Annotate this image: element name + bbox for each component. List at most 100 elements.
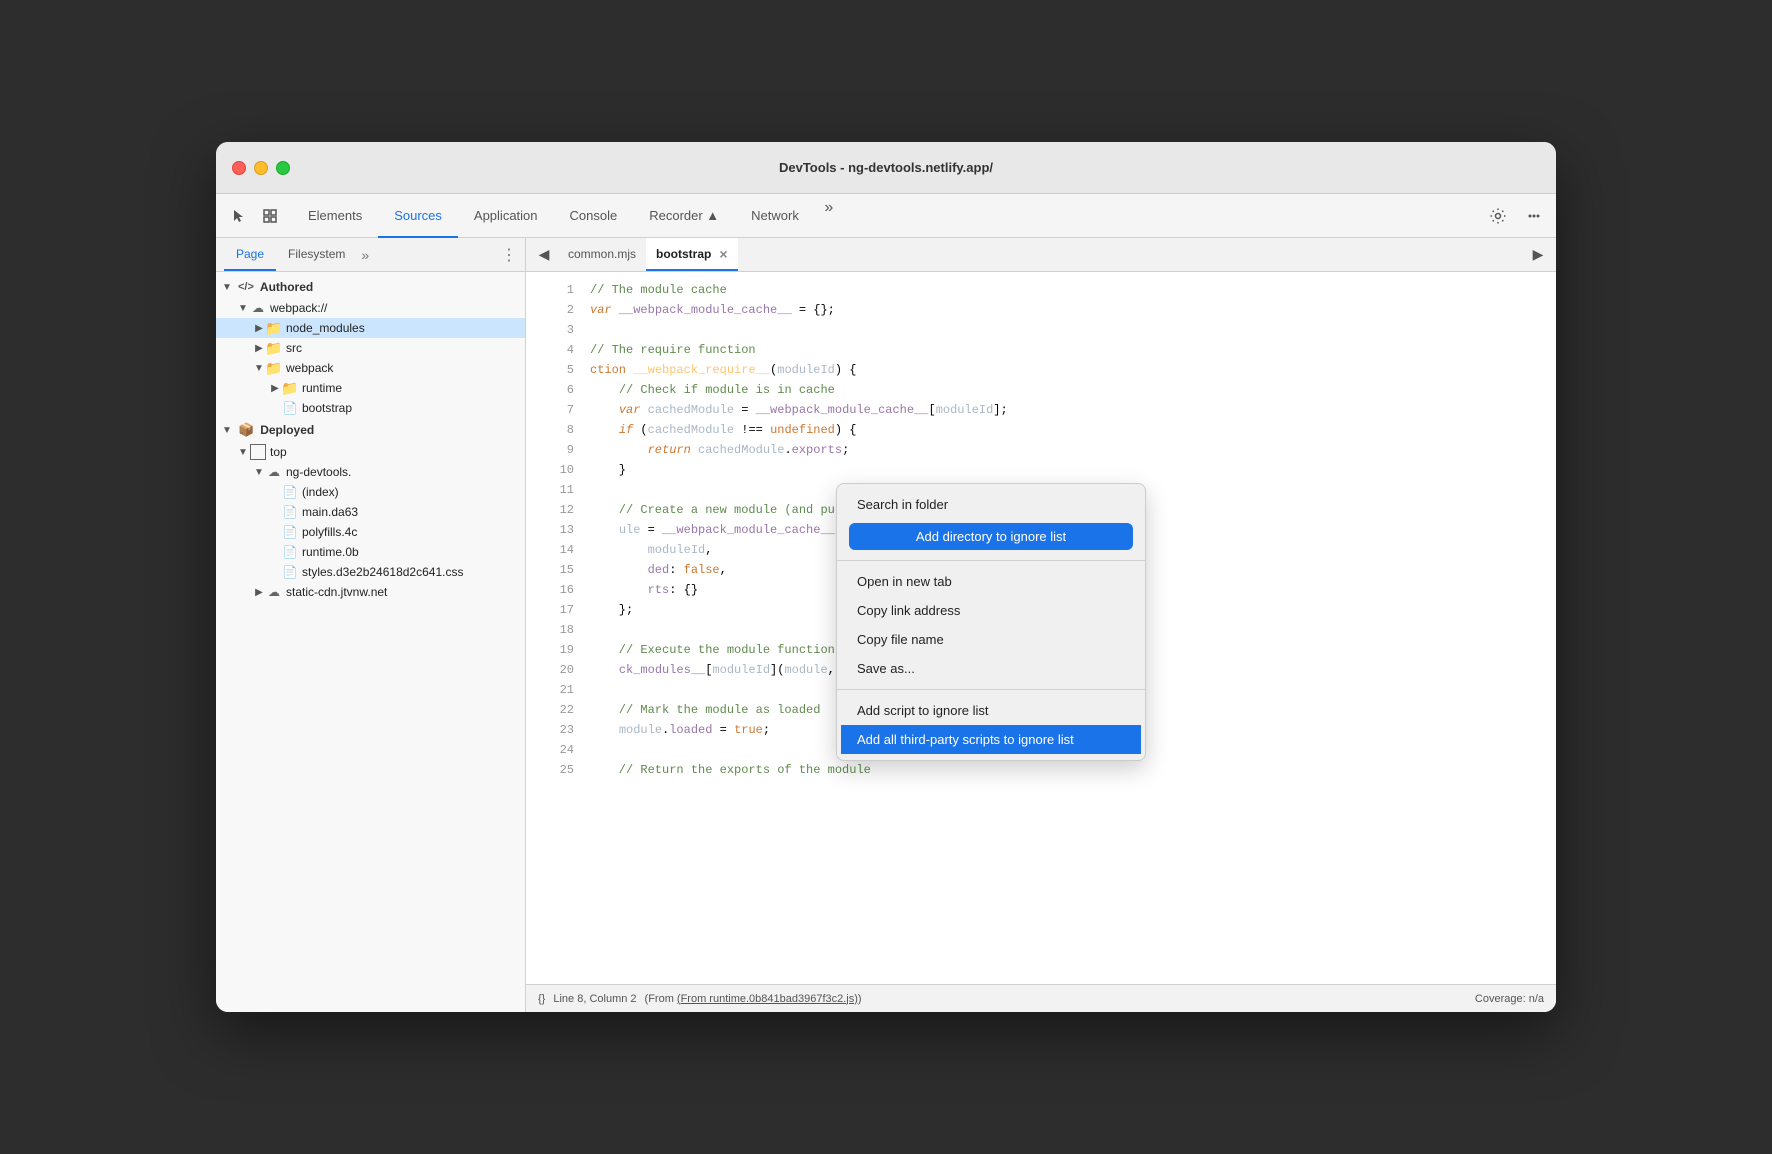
styles-label: styles.d3e2b24618d2c641.css [302, 565, 463, 579]
item-runtime[interactable]: ▶ 📁 runtime [216, 378, 525, 398]
runtime-dep-file-icon: 📄 [282, 544, 298, 560]
tab-close-icon[interactable]: × [719, 246, 727, 262]
devtools-window: DevTools - ng-devtools.netlify.app/ Elem… [216, 142, 1556, 1012]
code-line-10: 10 } [526, 460, 1556, 480]
folder-icon: 📁 [266, 320, 282, 336]
code-line-3: 3 [526, 320, 1556, 340]
item-webpack-folder[interactable]: ▼ 📁 webpack [216, 358, 525, 378]
item-top[interactable]: ▼ top [216, 442, 525, 462]
ng-devtools-label: ng-devtools. [286, 465, 351, 479]
deployed-label: Deployed [260, 423, 314, 437]
webpack-folder-label: webpack [286, 361, 333, 375]
item-static-cdn[interactable]: ▶ ☁ static-cdn.jtvnw.net [216, 582, 525, 602]
statusbar-left: {} Line 8, Column 2 (From (From runtime.… [538, 993, 862, 1005]
bootstrap-file-icon: 📄 [282, 400, 298, 416]
index-file-icon: 📄 [282, 484, 298, 500]
editor-statusbar: {} Line 8, Column 2 (From (From runtime.… [526, 984, 1556, 1012]
item-polyfills[interactable]: ▶ 📄 polyfills.4c [216, 522, 525, 542]
tab-console[interactable]: Console [554, 195, 634, 238]
deployed-arrow: ▼ [220, 425, 234, 436]
collapse-editor-btn[interactable]: ▶ [1524, 241, 1552, 269]
item-src[interactable]: ▶ 📁 src [216, 338, 525, 358]
left-panel: Page Filesystem » ⋮ ▼ </> Authored [216, 238, 526, 1012]
cursor-icon[interactable] [224, 202, 252, 230]
section-deployed[interactable]: ▼ 📦 Deployed [216, 418, 525, 442]
tab-recorder[interactable]: Recorder ▲ [633, 195, 735, 238]
src-label: src [286, 341, 302, 355]
code-line-8: 8 if (cachedModule !== undefined) { [526, 420, 1556, 440]
webpack-label: webpack:// [270, 301, 327, 315]
ctx-copy-filename[interactable]: Copy file name [841, 625, 1141, 654]
titlebar: DevTools - ng-devtools.netlify.app/ [216, 142, 1556, 194]
close-button[interactable] [232, 161, 246, 175]
node-modules-label: node_modules [286, 321, 365, 335]
ctx-add-directory-btn[interactable]: Add directory to ignore list [849, 523, 1133, 550]
src-arrow: ▶ [252, 343, 266, 354]
item-ng-devtools[interactable]: ▼ ☁ ng-devtools. [216, 462, 525, 482]
ctx-copy-link[interactable]: Copy link address [841, 596, 1141, 625]
tab-sources[interactable]: Sources [378, 195, 458, 238]
item-index[interactable]: ▶ 📄 (index) [216, 482, 525, 502]
ctx-search-folder[interactable]: Search in folder [841, 490, 1141, 519]
tab-elements[interactable]: Elements [292, 195, 378, 238]
webpack-arrow: ▼ [236, 303, 250, 314]
runtime-deployed-label: runtime.0b [302, 545, 359, 559]
item-bootstrap[interactable]: ▶ 📄 bootstrap [216, 398, 525, 418]
ng-devtools-cloud-icon: ☁ [266, 464, 282, 480]
cursor-position: Line 8, Column 2 [553, 993, 636, 1005]
top-label: top [270, 445, 287, 459]
main-file-icon: 📄 [282, 504, 298, 520]
tab-application[interactable]: Application [458, 195, 554, 238]
editor-tab-common[interactable]: common.mjs [558, 238, 646, 271]
item-main[interactable]: ▶ 📄 main.da63 [216, 502, 525, 522]
polyfills-file-icon: 📄 [282, 524, 298, 540]
main-content: Page Filesystem » ⋮ ▼ </> Authored [216, 238, 1556, 1012]
minimize-button[interactable] [254, 161, 268, 175]
traffic-lights [232, 161, 290, 175]
editor-tab-bootstrap[interactable]: bootstrap × [646, 238, 738, 271]
bootstrap-label: bootstrap [302, 401, 352, 415]
index-label: (index) [302, 485, 339, 499]
ctx-add-script[interactable]: Add script to ignore list [841, 696, 1141, 725]
cloud-icon: ☁ [250, 300, 266, 316]
tab-filesystem[interactable]: Filesystem [276, 238, 357, 271]
editor-tab-right: ▶ [1524, 241, 1552, 269]
src-folder-icon: 📁 [266, 340, 282, 356]
maximize-button[interactable] [276, 161, 290, 175]
static-cdn-label: static-cdn.jtvnw.net [286, 585, 387, 599]
source-label: (From (From runtime.0b841bad3967f3c2.js)… [645, 993, 862, 1005]
section-authored[interactable]: ▼ </> Authored [216, 276, 525, 298]
item-styles[interactable]: ▶ 📄 styles.d3e2b24618d2c641.css [216, 562, 525, 582]
ng-devtools-arrow: ▼ [252, 467, 266, 478]
ctx-save-as[interactable]: Save as... [841, 654, 1141, 683]
coverage-label: Coverage: n/a [1475, 993, 1544, 1005]
code-line-2: 2 var __webpack_module_cache__ = {}; [526, 300, 1556, 320]
item-webpack[interactable]: ▼ ☁ webpack:// [216, 298, 525, 318]
static-cdn-cloud-icon: ☁ [266, 584, 282, 600]
code-line-5: 5 ction __webpack_require__(moduleId) { [526, 360, 1556, 380]
panel-kebab-menu[interactable]: ⋮ [501, 245, 517, 265]
tab-page[interactable]: Page [224, 238, 276, 271]
source-link[interactable]: (From runtime.0b841bad3967f3c2.js) [677, 993, 858, 1005]
settings-icon[interactable] [1484, 202, 1512, 230]
item-runtime-deployed[interactable]: ▶ 📄 runtime.0b [216, 542, 525, 562]
runtime-arrow: ▶ [268, 383, 282, 394]
ctx-add-all-third-party[interactable]: Add all third-party scripts to ignore li… [841, 725, 1141, 754]
ctx-open-new-tab[interactable]: Open in new tab [841, 567, 1141, 596]
item-node-modules[interactable]: ▶ 📁 node_modules [216, 318, 525, 338]
tab-network[interactable]: Network [735, 195, 815, 238]
window-title: DevTools - ng-devtools.netlify.app/ [779, 160, 993, 175]
polyfills-label: polyfills.4c [302, 525, 357, 539]
top-arrow: ▼ [236, 447, 250, 458]
webpack-folder-arrow: ▼ [252, 363, 266, 374]
more-panel-tabs-icon[interactable]: » [361, 247, 369, 263]
format-icon[interactable]: {} [538, 993, 545, 1005]
inspect-icon[interactable] [256, 202, 284, 230]
more-tabs-icon[interactable]: » [815, 194, 843, 222]
authored-arrow: ▼ [220, 282, 234, 293]
editor-tabs: ◀ common.mjs bootstrap × ▶ [526, 238, 1556, 272]
main-tabbar: Elements Sources Application Console Rec… [216, 194, 1556, 238]
right-container: ◀ common.mjs bootstrap × ▶ 1 [526, 238, 1556, 1012]
customize-icon[interactable] [1520, 202, 1548, 230]
collapse-sidebar-btn[interactable]: ◀ [530, 241, 558, 269]
